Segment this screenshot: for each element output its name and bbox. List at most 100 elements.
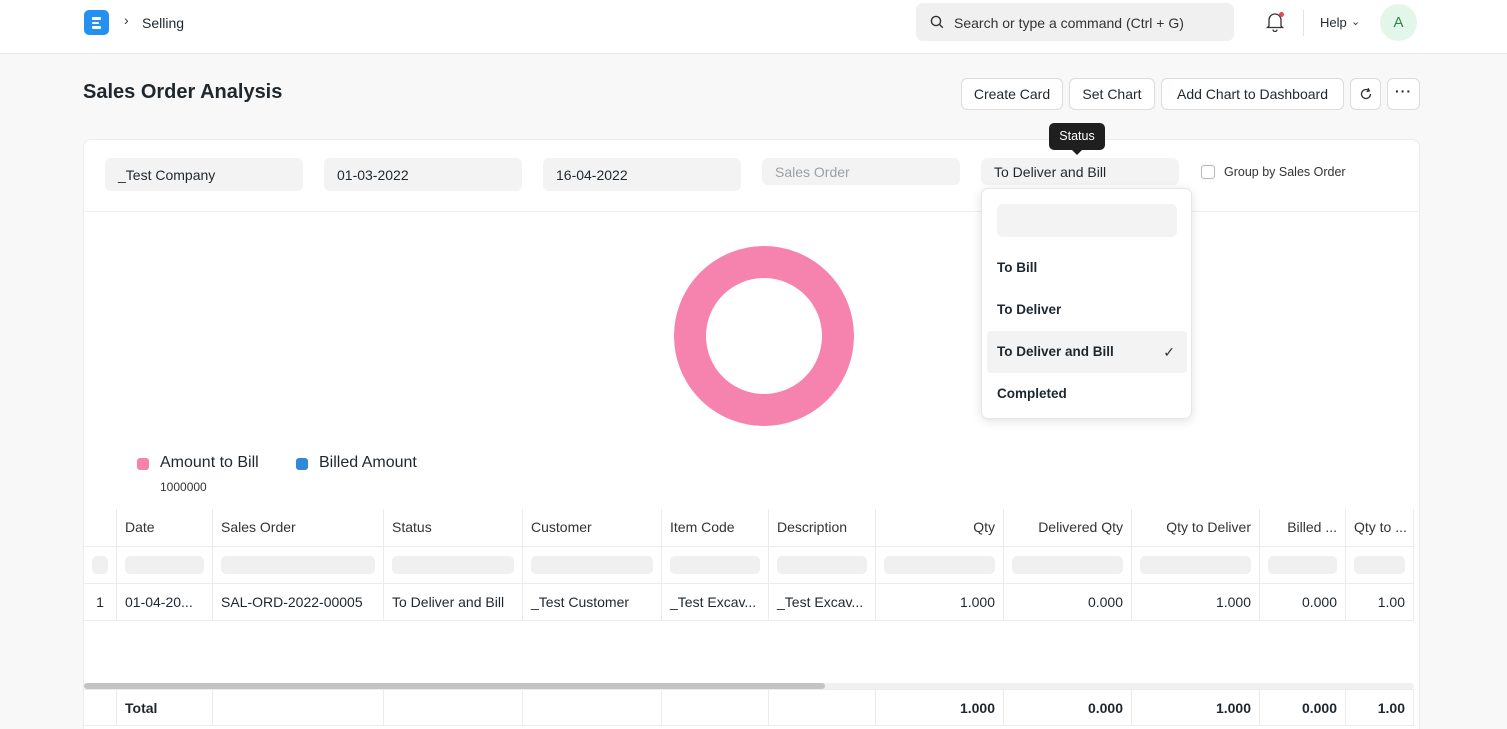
dropdown-option-label: To Bill — [997, 260, 1038, 275]
cell-sales-order: SAL-ORD-2022-00005 — [213, 584, 384, 620]
column-filter-input[interactable] — [392, 556, 514, 574]
cell-date: 01-04-20... — [117, 584, 213, 620]
dropdown-option-to-bill[interactable]: To Bill — [987, 247, 1187, 289]
dropdown-option-to-deliver[interactable]: To Deliver — [987, 289, 1187, 331]
column-header-description[interactable]: Description — [769, 509, 876, 546]
check-icon: ✓ — [1163, 344, 1175, 360]
column-filter-input[interactable] — [221, 556, 375, 574]
cell-row-index — [84, 690, 117, 725]
column-filter-input[interactable] — [1012, 556, 1123, 574]
column-header-qty-to-deliver[interactable]: Qty to Deliver — [1132, 509, 1260, 546]
column-filter-billed-amount[interactable] — [1260, 547, 1346, 583]
cell-billed-amount: 0.000 — [1260, 584, 1346, 620]
column-filter-input[interactable] — [777, 556, 867, 574]
refresh-icon — [1360, 87, 1371, 100]
column-header-customer[interactable]: Customer — [523, 509, 662, 546]
column-header-date[interactable]: Date — [117, 509, 213, 546]
cell-qty-to-bill: 1.00 — [1346, 584, 1414, 620]
column-filter-delivered-qty[interactable] — [1004, 547, 1132, 583]
column-header-row-index[interactable] — [84, 509, 117, 546]
column-header-delivered-qty[interactable]: Delivered Qty — [1004, 509, 1132, 546]
column-filter-qty[interactable] — [876, 547, 1004, 583]
donut-chart — [674, 246, 854, 426]
table-row[interactable]: 1 01-04-20... SAL-ORD-2022-00005 To Deliver… — [84, 584, 1414, 621]
table-header-row: Date Sales Order Status Customer Item Code De… — [84, 509, 1414, 547]
cell-qty-to-bill: 1.00 — [1346, 690, 1414, 725]
dropdown-option-to-deliver-and-bill[interactable]: To Deliver and Bill ✓ — [987, 331, 1187, 373]
column-header-status[interactable]: Status — [384, 509, 523, 546]
legend-label-billed-amount: Billed Amount — [319, 454, 417, 471]
column-filter-qty-to-deliver[interactable] — [1132, 547, 1260, 583]
app-logo-icon[interactable] — [84, 10, 109, 35]
search-icon — [930, 15, 944, 29]
column-filter-input[interactable] — [670, 556, 760, 574]
column-filter-item-code[interactable] — [662, 547, 769, 583]
column-filter-input[interactable] — [92, 556, 108, 574]
legend-swatch-amount-to-bill — [137, 458, 149, 470]
column-filter-description[interactable] — [769, 547, 876, 583]
cell-date: Total — [117, 690, 213, 725]
chevron-down-icon: ⌄ — [1351, 16, 1361, 28]
column-filter-status[interactable] — [384, 547, 523, 583]
column-filter-input[interactable] — [531, 556, 653, 574]
more-options-button[interactable]: ··· — [1387, 78, 1420, 110]
divider — [84, 211, 1419, 212]
cell-row-index: 1 — [84, 584, 117, 620]
column-header-billed-amount[interactable]: Billed ... — [1260, 509, 1346, 546]
company-filter[interactable]: _Test Company — [105, 158, 303, 191]
table-filter-row — [84, 547, 1414, 584]
column-filter-customer[interactable] — [523, 547, 662, 583]
column-filter-qty-to-bill[interactable] — [1346, 547, 1414, 583]
cell-item-code: _Test Excav... — [662, 584, 769, 620]
dropdown-option-label: To Deliver and Bill — [997, 344, 1114, 359]
column-filter-input[interactable] — [884, 556, 995, 574]
refresh-button[interactable] — [1350, 78, 1381, 110]
set-chart-button[interactable]: Set Chart — [1069, 78, 1155, 110]
navbar: › Selling Search or type a command (Ctrl… — [0, 0, 1507, 54]
help-menu[interactable]: Help — [1320, 15, 1347, 30]
dropdown-option-label: To Deliver — [997, 302, 1062, 317]
legend-swatch-billed-amount — [296, 458, 308, 470]
breadcrumb-selling[interactable]: Selling — [142, 15, 184, 31]
legend-label-amount-to-bill: Amount to Bill — [160, 454, 259, 471]
group-by-checkbox[interactable] — [1201, 165, 1215, 179]
column-header-qty[interactable]: Qty — [876, 509, 1004, 546]
column-filter-date[interactable] — [117, 547, 213, 583]
column-header-sales-order[interactable]: Sales Order — [213, 509, 384, 546]
column-header-qty-to-bill[interactable]: Qty to ... — [1346, 509, 1414, 546]
from-date-filter[interactable]: 01-03-2022 — [324, 158, 522, 191]
cell-customer: _Test Customer — [523, 584, 662, 620]
donut-slice-amount-to-bill[interactable] — [674, 246, 854, 426]
page-title: Sales Order Analysis — [83, 81, 283, 103]
to-date-filter[interactable]: 16-04-2022 — [543, 158, 741, 191]
cell-qty-to-deliver: 1.000 — [1132, 584, 1260, 620]
add-chart-to-dashboard-button[interactable]: Add Chart to Dashboard — [1161, 78, 1344, 110]
column-header-item-code[interactable]: Item Code — [662, 509, 769, 546]
table-total-row: Total 1.000 0.000 1.000 0.000 1.00 — [84, 689, 1414, 726]
sales-order-filter[interactable]: Sales Order — [762, 158, 960, 185]
status-filter[interactable]: To Deliver and Bill — [981, 158, 1179, 185]
avatar[interactable]: A — [1380, 4, 1417, 41]
status-tooltip: Status — [1049, 123, 1105, 150]
create-card-button[interactable]: Create Card — [961, 78, 1063, 110]
column-filter-input[interactable] — [1354, 556, 1405, 574]
column-filter-sales-order[interactable] — [213, 547, 384, 583]
search-bar[interactable]: Search or type a command (Ctrl + G) — [916, 3, 1234, 41]
tooltip-arrow — [1071, 149, 1083, 155]
notification-dot — [1279, 12, 1284, 17]
column-filter-input[interactable] — [1268, 556, 1337, 574]
column-filter-input[interactable] — [125, 556, 204, 574]
cell-delivered-qty: 0.000 — [1004, 690, 1132, 725]
cell-qty-to-deliver: 1.000 — [1132, 690, 1260, 725]
chevron-right-icon: › — [124, 12, 129, 28]
group-by-label[interactable]: Group by Sales Order — [1224, 165, 1346, 179]
search-placeholder: Search or type a command (Ctrl + G) — [954, 15, 1184, 31]
cell-sales-order — [213, 690, 384, 725]
cell-item-code — [662, 690, 769, 725]
cell-description: _Test Excav... — [769, 584, 876, 620]
cell-billed-amount: 0.000 — [1260, 690, 1346, 725]
dropdown-search-input[interactable] — [997, 204, 1177, 237]
column-filter-row-index[interactable] — [84, 547, 117, 583]
column-filter-input[interactable] — [1140, 556, 1251, 574]
dropdown-option-completed[interactable]: Completed — [987, 373, 1187, 415]
